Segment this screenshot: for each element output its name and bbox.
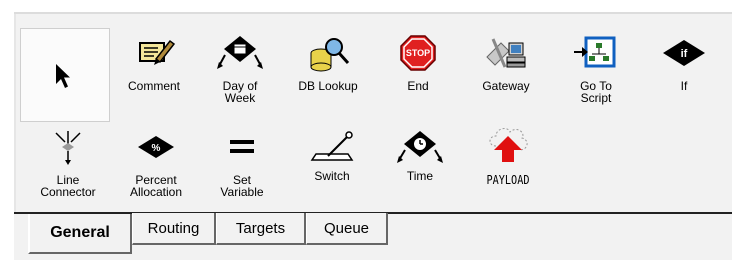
tab-bar: General Routing Targets Queue [14,212,732,260]
clock-diamond-icon [378,126,462,168]
tab-queue[interactable]: Queue [306,213,388,245]
palette-left-edge [14,14,16,212]
tool-gateway[interactable]: Gateway [464,28,548,116]
tool-if[interactable]: if If [642,28,726,116]
tool-payload[interactable]: PAYLOAD [466,120,550,208]
tool-label: Switch [314,169,350,183]
switch-icon [290,126,374,168]
tool-time[interactable]: Time [378,122,462,210]
tool-day-of-week[interactable]: Day of Week [198,28,282,116]
tool-line-connector[interactable]: Line Connector [26,122,110,210]
arrow-pointer-icon [21,55,105,97]
tool-db-lookup[interactable]: DB Lookup [286,28,370,116]
tool-label: Set Variable [220,173,264,199]
tool-percent-allocation[interactable]: % Percent Allocation [114,122,198,210]
tool-palette: Comment Day of Week DB Lookup STOP End G… [14,14,732,212]
tool-label: Percent Allocation [129,173,183,199]
payload-upload-icon [466,124,550,172]
svg-text:%: % [152,143,161,154]
tool-set-variable[interactable]: Set Variable [200,122,284,210]
payload-label: PAYLOAD [486,173,530,187]
svg-text:if: if [681,48,688,60]
tool-label: Time [406,169,434,183]
tool-comment[interactable]: Comment [112,28,196,116]
tool-label: Line Connector [40,173,96,199]
tool-label: End [407,79,429,93]
if-diamond-icon: if [642,32,726,74]
stop-sign-icon: STOP [376,32,460,74]
tool-label: Go To Script [580,79,612,105]
tool-switch[interactable]: Switch [290,122,374,210]
tool-label: Gateway [482,79,530,93]
tool-label: Comment [127,79,180,93]
tool-label: Day of Week [222,79,258,105]
comment-icon [112,32,196,74]
tool-label: If [680,79,688,93]
tool-go-to-script[interactable]: Go To Script [554,28,638,116]
tab-general[interactable]: General [28,214,132,254]
go-to-script-icon [554,32,638,74]
tool-pointer[interactable] [20,28,110,122]
tool-end[interactable]: STOP End [376,28,460,116]
percent-diamond-icon: % [114,126,198,168]
gateway-icon [464,32,548,74]
database-lookup-icon [286,32,370,74]
tab-routing[interactable]: Routing [132,213,216,245]
svg-text:STOP: STOP [406,48,430,58]
equals-icon [200,126,284,168]
tool-label: DB Lookup [298,79,358,93]
tab-targets[interactable]: Targets [216,213,306,245]
line-connector-icon [26,126,110,168]
day-of-week-icon [198,32,282,74]
